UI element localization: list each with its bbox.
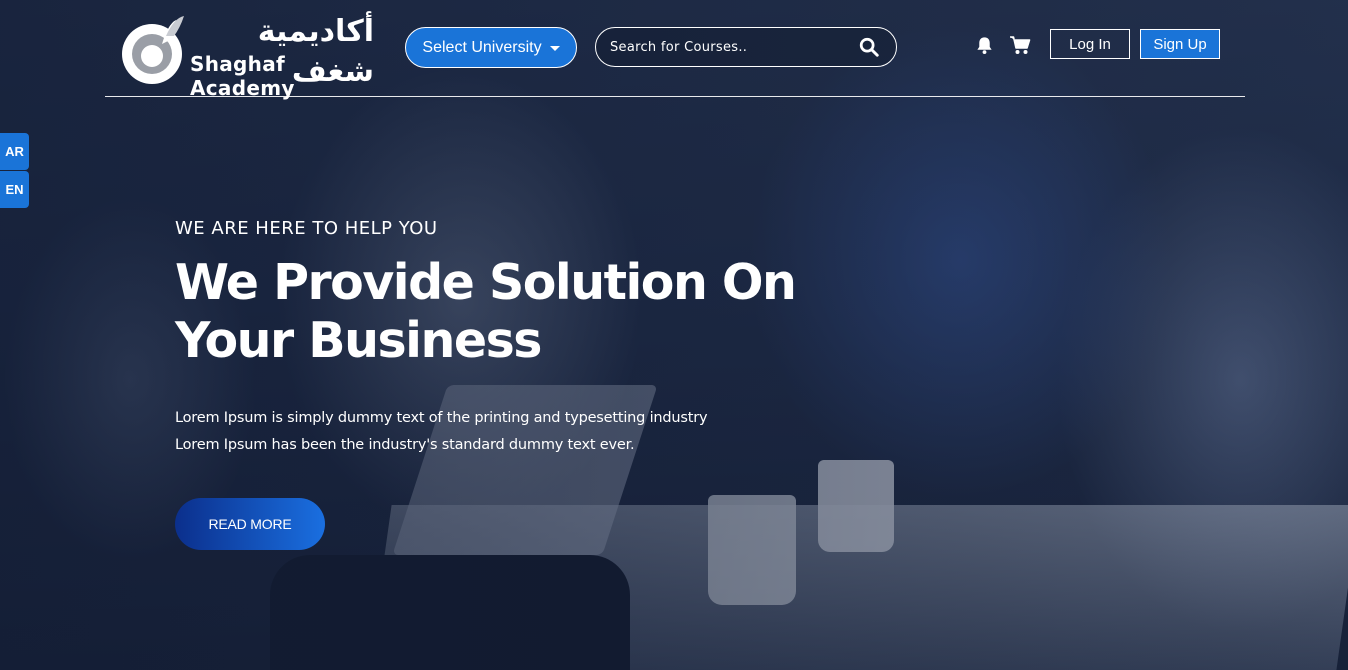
read-more-button[interactable]: READ MORE [175,498,325,550]
logo-mark-icon [122,16,184,84]
bell-icon[interactable] [975,35,994,55]
language-ar-button[interactable]: AR [0,133,29,170]
search-icon[interactable] [858,36,880,58]
cart-icon[interactable] [1009,35,1031,55]
hero-description-line: Lorem Ipsum has been the industry's stan… [175,437,635,453]
logo-latin-text: Shaghaf Academy [190,52,295,100]
logo-arabic-text: أكاديمية شغف [257,14,374,89]
select-university-label: Select University [422,38,542,56]
search-bar [595,27,897,67]
hero-eyebrow: WE ARE HERE TO HELP YOU [175,218,438,239]
hero-description: Lorem Ipsum is simply dummy text of the … [175,405,775,459]
search-input[interactable] [610,39,858,55]
hero-headline: We Provide Solution On Your Business [175,254,815,370]
hero-headline-line: We Provide Solution On [175,254,797,311]
language-en-button[interactable]: EN [0,171,29,208]
select-university-dropdown[interactable]: Select University [405,27,577,68]
chevron-down-icon [549,46,560,51]
hero-description-line: Lorem Ipsum is simply dummy text of the … [175,410,708,426]
site-logo[interactable]: أكاديمية شغف Shaghaf Academy [118,8,378,100]
site-header: أكاديمية شغف Shaghaf Academy Select Univ… [0,0,1348,100]
hero-headline-line: Your Business [175,312,542,369]
signup-button[interactable]: Sign Up [1140,29,1220,59]
header-divider [105,96,1245,97]
login-button[interactable]: Log In [1050,29,1130,59]
